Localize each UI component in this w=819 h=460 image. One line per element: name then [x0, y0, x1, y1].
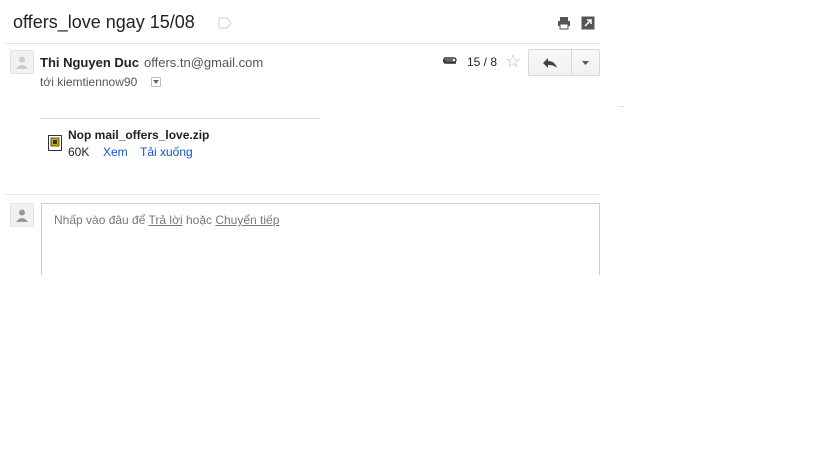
reply-prompt-or: hoặc: [185, 213, 212, 227]
person-icon: [16, 56, 28, 69]
recipient-line: tới kiemtiennow90: [40, 75, 138, 89]
details-dropdown-icon[interactable]: [151, 77, 161, 87]
reply-prompt-start: Nhấp vào đâu để: [54, 213, 146, 227]
paperclip-icon: [440, 56, 458, 68]
subject-title: offers_love ngay 15/08: [13, 12, 195, 32]
label-tag-icon[interactable]: [218, 16, 232, 29]
attachment-filename: Nop mail_offers_love.zip: [68, 128, 210, 142]
view-attachment-link[interactable]: Xem: [103, 145, 128, 159]
new-window-icon[interactable]: [581, 16, 595, 30]
sender-name[interactable]: Thi Nguyen Duc: [40, 55, 139, 70]
sender-avatar: [10, 50, 34, 74]
star-icon[interactable]: ☆: [505, 52, 521, 70]
more-actions-button[interactable]: [571, 49, 600, 76]
download-attachment-link[interactable]: Tải xuống: [140, 145, 193, 159]
reply-arrow-icon: [543, 57, 557, 68]
sender-email: offers.tn@gmail.com: [144, 55, 264, 70]
my-avatar: [10, 203, 34, 227]
attachment-size: 60K: [68, 145, 90, 159]
attachment-divider: [40, 118, 320, 119]
reply-link[interactable]: Trả lời: [149, 213, 183, 227]
person-icon: [16, 209, 28, 222]
reply-prompt[interactable]: Nhấp vào đâu để Trả lời hoặc Chuyển tiếp: [54, 213, 279, 227]
side-divider: [618, 106, 624, 107]
print-icon[interactable]: [557, 16, 571, 30]
reply-button[interactable]: [528, 49, 572, 76]
message-date: 15 / 8: [467, 55, 498, 69]
header-divider: [5, 43, 600, 44]
forward-link[interactable]: Chuyển tiếp: [215, 213, 279, 227]
zip-file-icon: [48, 135, 62, 151]
message-divider: [5, 194, 600, 195]
chevron-down-icon: [582, 60, 589, 65]
